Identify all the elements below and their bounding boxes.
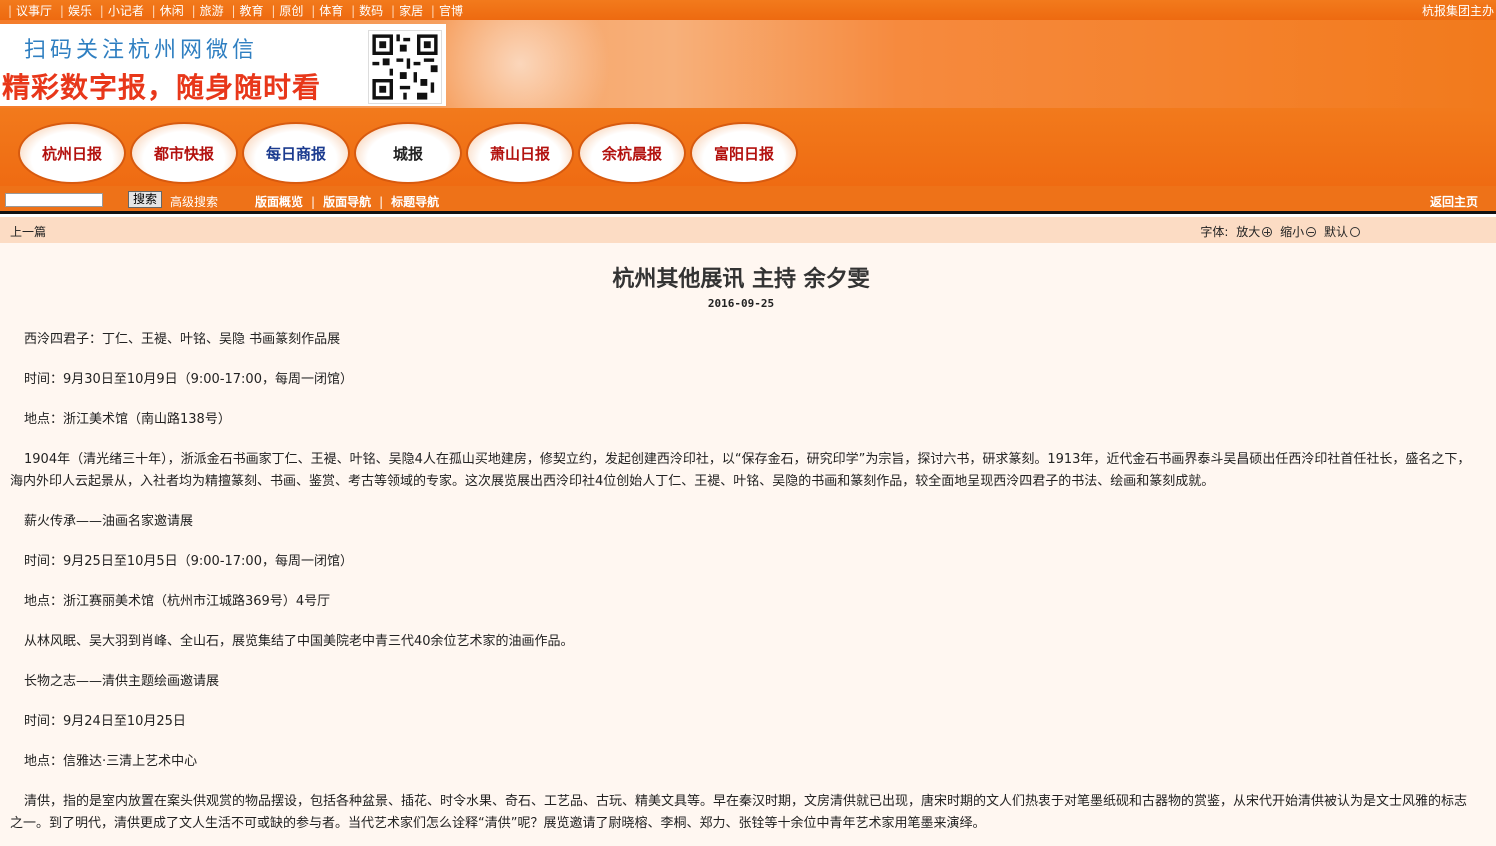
nav-layout-overview[interactable]: 版面概览	[255, 195, 303, 209]
channel-link[interactable]: 旅游	[200, 4, 224, 18]
channel-link[interactable]: 家居	[399, 4, 423, 18]
article-paragraph: 地点：信雅达·三清上艺术中心	[24, 754, 198, 769]
article-paragraph: 薪火传承——油画名家邀请展	[24, 514, 194, 529]
wechat-promo[interactable]: 扫码关注杭州网微信 精彩数字报，随身随时看	[0, 24, 446, 106]
article-paragraph: 长物之志——清供主题绘画邀请展	[24, 674, 220, 689]
home-link[interactable]: 返回主页	[1430, 193, 1478, 210]
article-paragraph: 地点：浙江赛丽美术馆（杭州市江城路369号）4号厅	[24, 594, 331, 609]
font-enlarge-button[interactable]: 放大	[1236, 225, 1273, 239]
font-size-controls: 字体: 放大 缩小 默认	[1200, 223, 1360, 240]
previous-article-link[interactable]: 上一篇	[10, 223, 46, 240]
channel-links: | 议事厅 | 娱乐 | 小记者 | 休闲 | 旅游 | 教育 | 原创 | 体育 | 数码 | 家…	[8, 4, 463, 18]
header-banner: 扫码关注杭州网微信 精彩数字报，随身随时看	[0, 20, 1496, 108]
font-shrink-button[interactable]: 缩小	[1280, 225, 1317, 239]
article-title: 杭州其他展讯 主持 余夕雯	[612, 266, 870, 292]
article-body: 西泠四君子：丁仁、王褆、叶铭、吴隐 书画篆刻作品展 时间：9月30日至10月9日…	[10, 329, 1476, 846]
channel-link[interactable]: 休闲	[160, 4, 184, 18]
nav-title-navigation[interactable]: 标题导航	[391, 195, 439, 209]
channel-link[interactable]: 官博	[439, 4, 463, 18]
article-content: 杭州其他展讯 主持 余夕雯 2016-09-25 西泠四君子：丁仁、王褆、叶铭、…	[0, 243, 1496, 846]
top-nav-bar: | 议事厅 | 娱乐 | 小记者 | 休闲 | 旅游 | 教育 | 原创 | 体育 | 数码 | 家…	[0, 0, 1496, 20]
advanced-search-link[interactable]: 高级搜索	[170, 193, 218, 210]
channel-link[interactable]: 小记者	[108, 4, 144, 18]
channel-link[interactable]: 议事厅	[16, 4, 52, 18]
article-paragraph: 时间：9月24日至10月25日	[24, 714, 186, 729]
article-date: 2016-09-25	[707, 297, 775, 310]
channel-link[interactable]: 体育	[319, 4, 343, 18]
search-bar: 搜索 高级搜索 版面概览 | 版面导航 | 标题导航 返回主页	[0, 186, 1496, 214]
article-paragraph: 从林风眠、吴大羽到肖峰、全山石，展览集结了中国美院老中青三代40余位艺术家的油画…	[24, 634, 574, 649]
article-paragraph: 时间：9月30日至10月9日（9:00-17:00，每周一闭馆）	[24, 372, 353, 387]
article-paragraph: 清供，指的是室内放置在案头供观赏的物品摆设，包括各种盆景、插花、时令水果、奇石、…	[10, 794, 1468, 831]
layout-nav: 版面概览 | 版面导航 | 标题导航	[255, 195, 440, 209]
font-size-label: 字体:	[1200, 225, 1229, 239]
channel-link[interactable]: 娱乐	[68, 4, 92, 18]
logo-yuhang-morning[interactable]: 余杭晨报	[578, 122, 686, 184]
publisher-credit: 杭报集团主办	[1421, 4, 1494, 18]
channel-link[interactable]: 原创	[279, 4, 303, 18]
newspaper-logo-row: 杭州日报 都市快报 每日商报 城报 萧山日报 余杭晨报 富阳日报	[0, 108, 1496, 186]
logo-metro-city[interactable]: 城报	[354, 122, 462, 184]
channel-link[interactable]: 数码	[359, 4, 383, 18]
logo-xiaoshan-daily[interactable]: 萧山日报	[466, 122, 574, 184]
banner-decoration	[440, 20, 640, 108]
article-paragraph: 地点：浙江美术馆（南山路138号）	[24, 412, 231, 427]
font-default-button[interactable]: 默认	[1324, 225, 1360, 239]
wechat-promo-line2: 精彩数字报，随身随时看	[2, 71, 322, 104]
search-input[interactable]	[5, 193, 103, 207]
article-toolbar: 上一篇 字体: 放大 缩小 默认	[0, 217, 1496, 243]
nav-layout-navigation[interactable]: 版面导航	[323, 195, 371, 209]
channel-link[interactable]: 教育	[240, 4, 264, 18]
zoom-out-icon	[1306, 227, 1317, 237]
reset-icon	[1350, 227, 1360, 237]
logo-hangzhou-daily[interactable]: 杭州日报	[18, 122, 126, 184]
article-paragraph: 时间：9月25日至10月5日（9:00-17:00，每周一闭馆）	[24, 554, 353, 569]
zoom-in-icon	[1262, 227, 1273, 237]
logo-metro-express[interactable]: 都市快报	[130, 122, 238, 184]
qr-code-icon	[368, 30, 442, 104]
article-paragraph: 西泠四君子：丁仁、王褆、叶铭、吴隐 书画篆刻作品展	[24, 332, 341, 347]
search-button[interactable]: 搜索	[128, 191, 163, 208]
wechat-promo-line1: 扫码关注杭州网微信	[24, 38, 259, 63]
article-paragraph: 1904年（清光绪三十年），浙派金石书画家丁仁、王褆、叶铭、吴隐4人在孤山买地建…	[10, 452, 1471, 489]
logo-daily-business[interactable]: 每日商报	[242, 122, 350, 184]
logo-fuyang-daily[interactable]: 富阳日报	[690, 122, 798, 184]
